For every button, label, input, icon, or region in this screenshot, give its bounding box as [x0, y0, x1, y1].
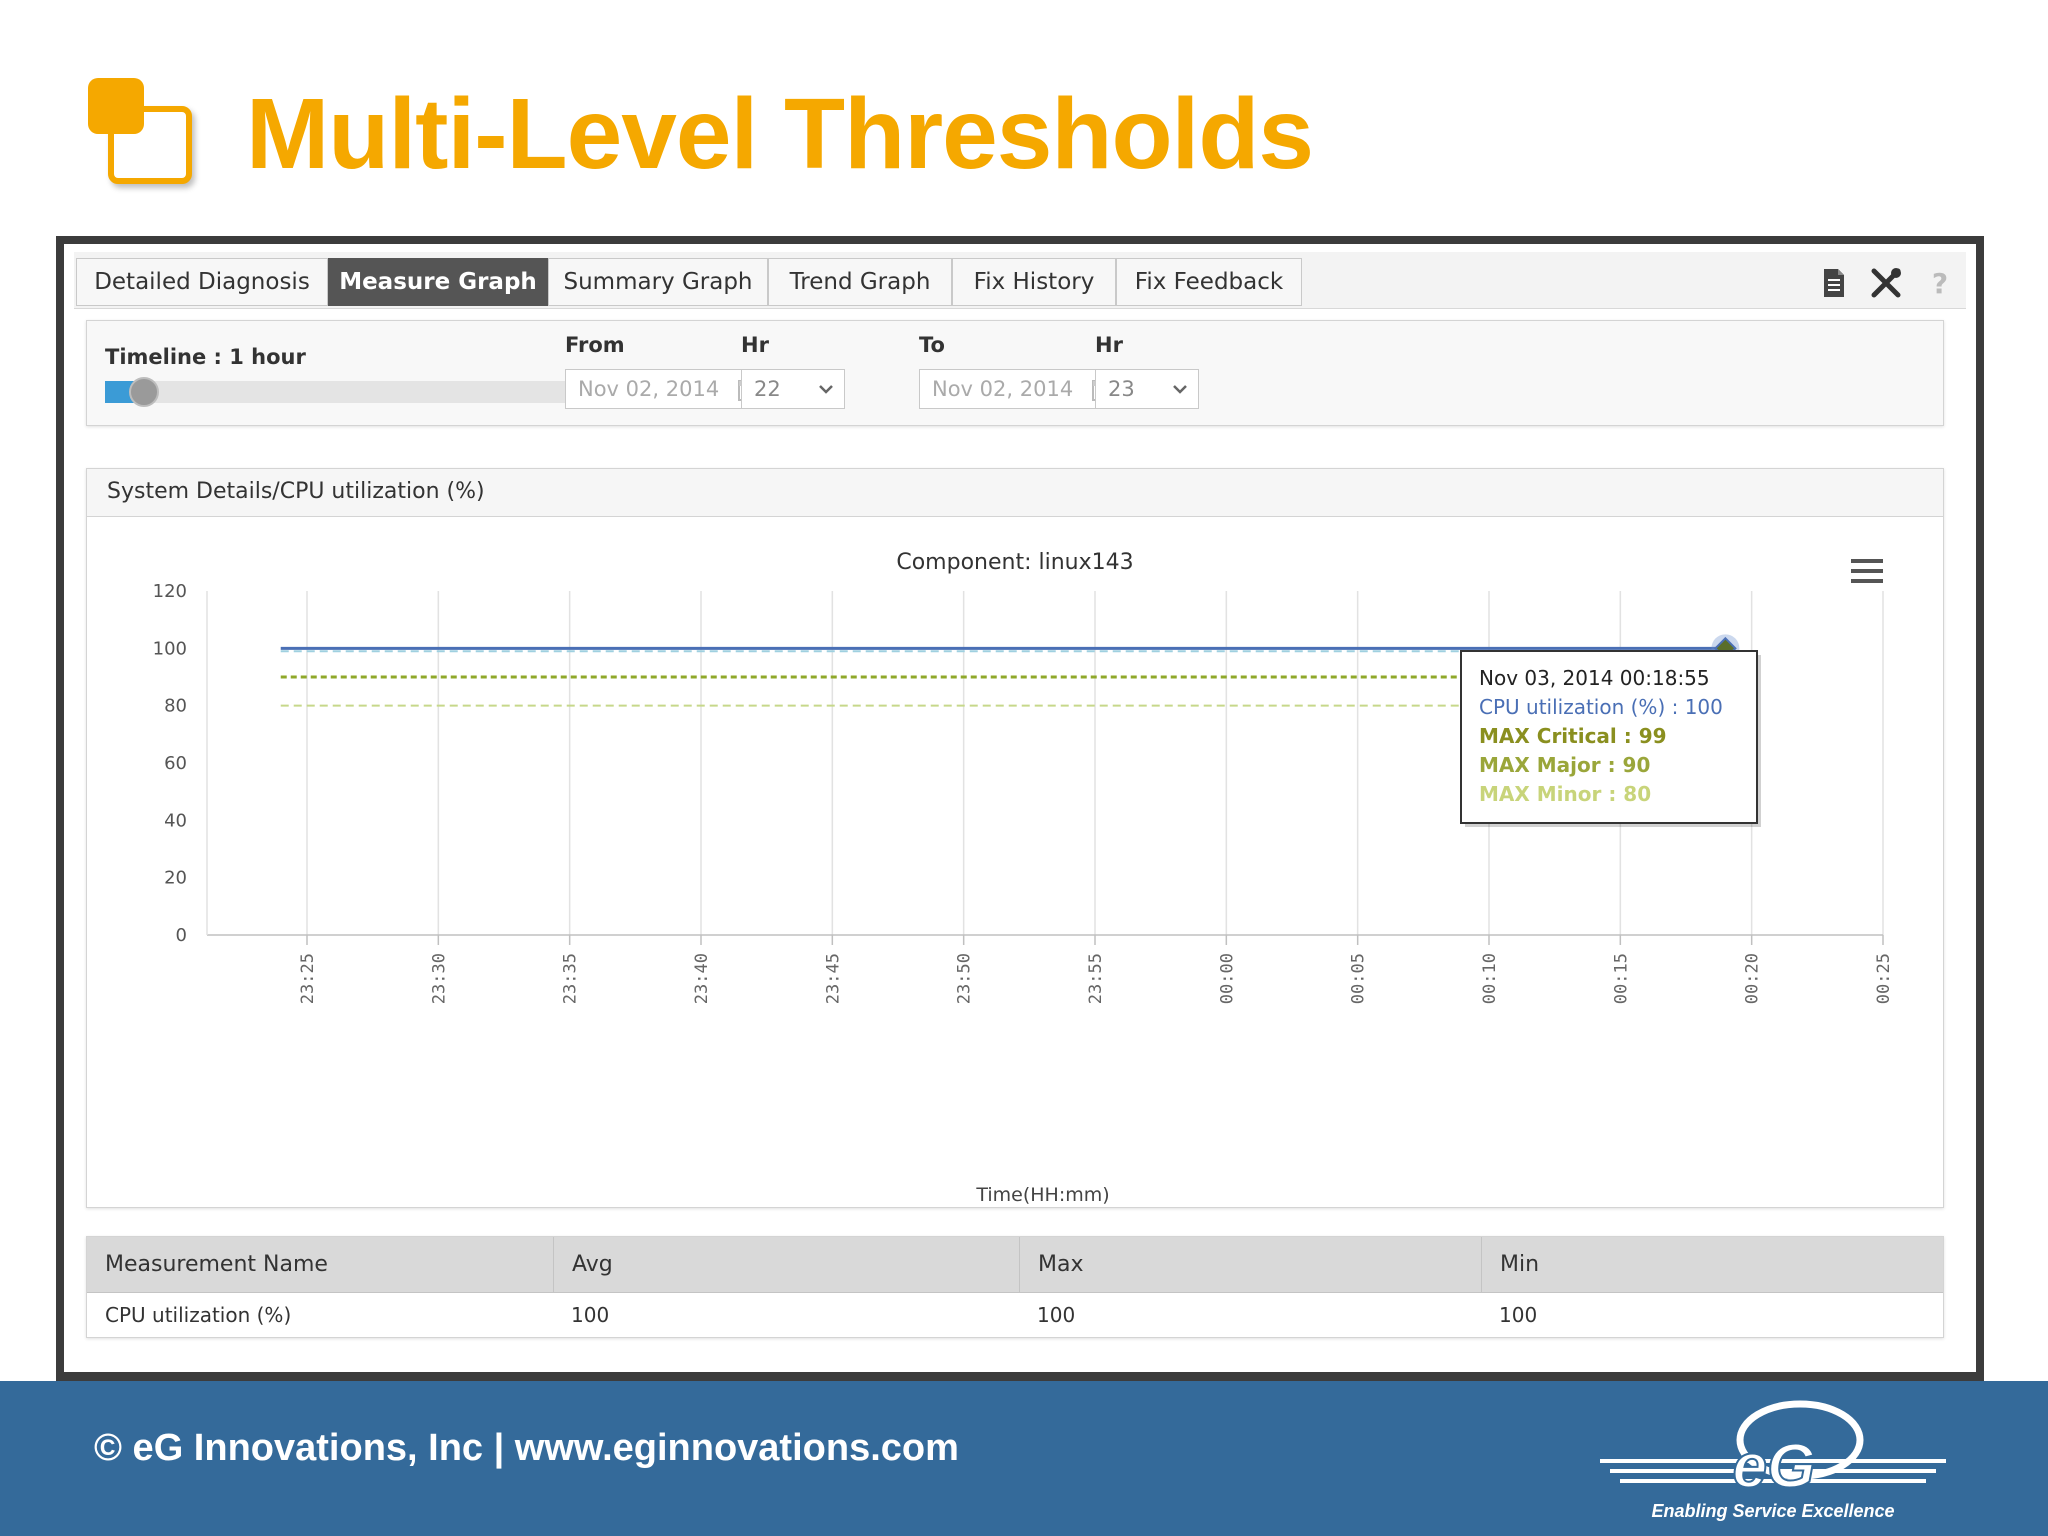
cell-min: 100	[1499, 1303, 1538, 1327]
help-icon[interactable]: ?	[1924, 266, 1956, 300]
x-tick-label: 23:35	[561, 953, 581, 1004]
y-tick-label: 120	[153, 581, 187, 602]
logo-wordmark: eG	[1733, 1432, 1816, 1501]
tab-fix-feedback[interactable]: Fix Feedback	[1116, 258, 1302, 306]
tooltip-line: MAX Critical : 99	[1479, 724, 1667, 748]
title-bullet-icon	[88, 78, 198, 188]
cell-avg: 100	[571, 1303, 610, 1327]
to-label: To	[919, 333, 945, 357]
tab-fix-history[interactable]: Fix History	[952, 258, 1116, 306]
column-header-min: Min	[1481, 1237, 1943, 1292]
tab-strip: Detailed Diagnosis Measure Graph Summary…	[74, 252, 1966, 309]
tab-summary-graph[interactable]: Summary Graph	[548, 258, 768, 306]
tab-detailed-diagnosis[interactable]: Detailed Diagnosis	[76, 258, 328, 306]
graph-panel: System Details/CPU utilization (%) Compo…	[86, 468, 1944, 1208]
graph-panel-title: System Details/CPU utilization (%)	[107, 479, 485, 504]
x-tick-label: 00:20	[1743, 953, 1763, 1004]
y-tick-label: 40	[164, 810, 187, 831]
table-row: CPU utilization (%) 100 100 100	[87, 1293, 1943, 1337]
cell-max: 100	[1037, 1303, 1076, 1327]
chart-title: Component: linux143	[896, 550, 1133, 575]
hamburger-bar	[1851, 579, 1883, 583]
slide-footer: © eG Innovations, Inc | www.eginnovation…	[0, 1381, 2048, 1536]
app-window: Detailed Diagnosis Measure Graph Summary…	[56, 236, 1984, 1381]
tooltip-line: MAX Minor : 80	[1479, 782, 1651, 806]
chevron-down-icon	[819, 385, 833, 394]
tooltip-time: Nov 03, 2014 00:18:55	[1479, 666, 1710, 690]
x-tick-label: 00:10	[1480, 953, 1500, 1004]
table-header-row: Measurement Name Avg Max Min	[87, 1237, 1943, 1293]
x-tick-label: 23:30	[429, 953, 449, 1004]
app-panel: Detailed Diagnosis Measure Graph Summary…	[64, 244, 1976, 1372]
column-header-avg: Avg	[553, 1237, 1019, 1292]
x-tick-label: 00:05	[1349, 953, 1369, 1004]
hamburger-menu-icon[interactable]	[1851, 559, 1883, 583]
x-tick-label: 23:55	[1086, 953, 1106, 1004]
x-tick-label: 00:15	[1611, 953, 1631, 1004]
from-hr-label: Hr	[741, 333, 769, 357]
y-tick-label: 20	[164, 868, 187, 889]
y-tick-label: 80	[164, 696, 187, 717]
from-hr-select[interactable]: 22	[741, 369, 845, 409]
tab-trend-graph[interactable]: Trend Graph	[768, 258, 952, 306]
column-header-measurement-name: Measurement Name	[105, 1252, 328, 1277]
y-tick-label: 60	[164, 753, 187, 774]
tab-measure-graph[interactable]: Measure Graph	[328, 258, 548, 306]
timeline-slider-handle[interactable]	[129, 377, 159, 407]
slide-title: Multi-Level Thresholds	[246, 78, 1314, 190]
from-hr-value: 22	[754, 377, 781, 401]
to-hr-select[interactable]: 23	[1095, 369, 1199, 409]
column-header-max: Max	[1019, 1237, 1481, 1292]
from-date-value: Nov 02, 2014	[578, 377, 720, 401]
hamburger-bar	[1851, 559, 1883, 563]
document-icon[interactable]	[1818, 266, 1850, 300]
y-tick-label: 100	[153, 638, 187, 659]
x-tick-label: 00:00	[1217, 953, 1237, 1004]
graph-panel-header: System Details/CPU utilization (%)	[87, 469, 1943, 517]
timeline-label: Timeline : 1 hour	[105, 345, 306, 369]
x-tick-label: 23:45	[823, 953, 843, 1004]
to-hr-value: 23	[1108, 377, 1135, 401]
x-tick-label: 23:25	[298, 953, 318, 1004]
tools-icon[interactable]	[1870, 266, 1902, 300]
tooltip-line: CPU utilization (%) : 100	[1479, 695, 1723, 719]
eg-logo: eG Enabling Service Excellence	[1600, 1400, 1946, 1521]
summary-table: Measurement Name Avg Max Min CPU utiliza…	[86, 1236, 1944, 1338]
cpu-chart: Component: linux143 23:25 23:30 23:35 23:40 2…	[153, 550, 1894, 1206]
x-tick-label: 23:50	[955, 953, 975, 1004]
hamburger-bar	[1851, 569, 1883, 573]
tooltip-line: MAX Major : 90	[1479, 753, 1650, 777]
to-date-value: Nov 02, 2014	[932, 377, 1074, 401]
x-tick-label: 23:40	[692, 953, 712, 1004]
x-tick-label: 00:25	[1874, 953, 1894, 1004]
from-label: From	[565, 333, 625, 357]
chevron-down-icon	[1173, 385, 1187, 394]
logo-tagline: Enabling Service Excellence	[1651, 1501, 1894, 1521]
cell-measurement-name: CPU utilization (%)	[105, 1303, 292, 1327]
y-tick-label: 0	[176, 925, 187, 946]
timeline-panel: Timeline : 1 hour From Nov 02, 2014 Hr 2…	[86, 320, 1944, 426]
to-hr-label: Hr	[1095, 333, 1123, 357]
footer-copyright: © eG Innovations, Inc | www.eginnovation…	[94, 1427, 959, 1469]
x-axis-label: Time(HH:mm)	[975, 1184, 1109, 1206]
